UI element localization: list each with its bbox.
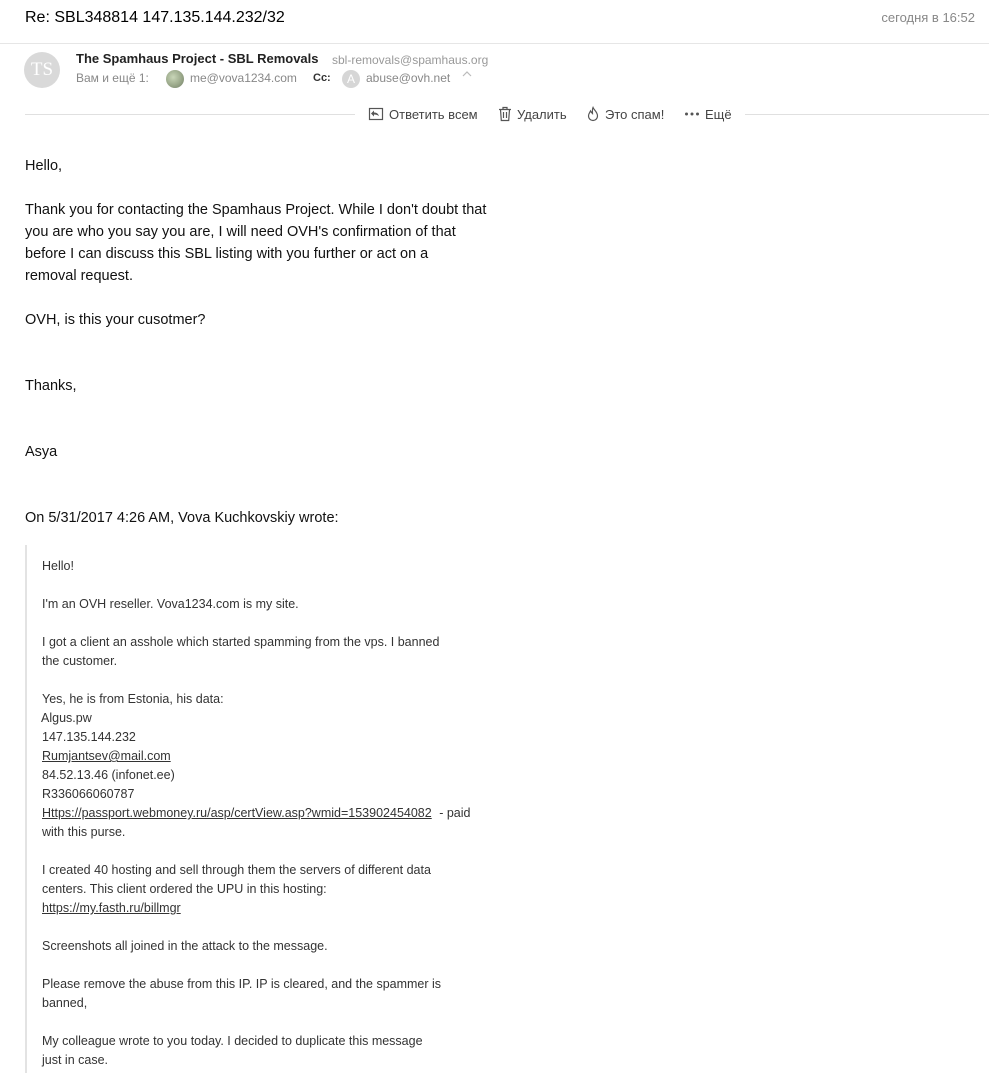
more-label: Ещё — [705, 106, 732, 122]
quote-line: the customer. — [42, 654, 118, 668]
to-email[interactable]: me@vova1234.com — [190, 71, 297, 85]
message-date: сегодня в 16:52 — [881, 10, 975, 25]
quote-header: On 5/31/2017 4:26 AM, Vova Kuchkovskiy w… — [25, 510, 339, 526]
body-paragraph-line: Thank you for contacting the Spamhaus Pr… — [25, 202, 487, 218]
fire-icon — [587, 106, 599, 122]
message-body: Hello, Thank you for contacting the Spam… — [25, 155, 515, 529]
spam-label: Это спам! — [605, 106, 665, 122]
trash-icon — [499, 106, 511, 122]
quoted-text: Hello! I'm an OVH reseller. Vova1234.com… — [41, 557, 502, 1070]
spam-button[interactable]: Это спам! — [586, 104, 664, 124]
recipient-avatar — [166, 70, 184, 88]
question-paragraph: OVH, is this your cusotmer? — [25, 312, 206, 328]
quote-line: centers. This client ordered the UPU in … — [42, 882, 327, 896]
message-subject: Re: SBL348814 147.135.144.232/32 — [25, 9, 285, 26]
delete-button[interactable]: Удалить — [498, 104, 567, 124]
signature: Asya — [25, 444, 58, 460]
sender-name[interactable]: The Spamhaus Project - SBL Removals — [76, 51, 319, 66]
quote-line: R336066060787 — [42, 787, 135, 801]
quote-line: I'm an OVH reseller. Vova1234.com is my … — [42, 597, 299, 611]
quote-line: Algus.pw — [41, 711, 92, 725]
billmgr-link[interactable]: https://my.fasth.ru/billmgr — [42, 901, 181, 915]
quote-line: banned, — [42, 996, 88, 1010]
reply-all-label: Ответить всем — [389, 106, 478, 122]
quote-line: I got a client an asshole which started … — [42, 635, 440, 649]
webmoney-link[interactable]: Https://passport.webmoney.ru/asp/certVie… — [42, 806, 432, 820]
body-paragraph-line: you are who you say you are, I will need… — [25, 224, 456, 240]
quote-line: Hello! — [42, 559, 74, 573]
cc-avatar: A — [342, 70, 360, 88]
quote-line: Please remove the abuse from this IP. IP… — [42, 977, 442, 991]
body-paragraph-line: before I can discuss this SBL listing wi… — [25, 246, 429, 262]
quote-line: Screenshots all joined in the attack to … — [42, 939, 328, 953]
closing-thanks: Thanks, — [25, 378, 77, 394]
to-label: Вам и ещё 1: — [76, 71, 149, 85]
toolbar-divider-left — [25, 114, 355, 115]
greeting: Hello, — [25, 158, 63, 174]
reply-all-button[interactable]: Ответить всем — [368, 104, 478, 124]
sender-email[interactable]: sbl-removals@spamhaus.org — [332, 53, 488, 67]
quoted-message: Hello! I'm an OVH reseller. Vova1234.com… — [25, 545, 505, 1073]
body-paragraph-line: removal request. — [25, 268, 133, 284]
reply-all-icon — [368, 107, 384, 121]
cc-label: Cc: — [313, 72, 331, 84]
quote-line: just in case. — [42, 1053, 109, 1067]
delete-label: Удалить — [517, 106, 567, 122]
quote-line: 84.52.13.46 (infonet.ee) — [42, 768, 175, 782]
chevron-up-icon[interactable] — [462, 69, 472, 82]
quote-line: I created 40 hosting and sell through th… — [42, 863, 431, 877]
quote-line: My colleague wrote to you today. I decid… — [42, 1034, 423, 1048]
more-button[interactable]: Ещё — [684, 104, 732, 124]
cc-email[interactable]: abuse@ovh.net — [366, 71, 450, 85]
sender-avatar[interactable]: TS — [24, 52, 60, 88]
subject-bar: Re: SBL348814 147.135.144.232/32 сегодня… — [0, 0, 989, 44]
quote-line: 147.135.144.232 — [42, 730, 136, 744]
quote-line: Yes, he is from Estonia, his data: — [42, 692, 224, 706]
email-link[interactable]: Rumjantsev@mail.com — [42, 749, 171, 763]
more-dots-icon — [685, 112, 699, 116]
quote-line: with this purse. — [42, 825, 126, 839]
quote-line: - paid — [435, 806, 471, 820]
toolbar-divider-right — [745, 114, 989, 115]
